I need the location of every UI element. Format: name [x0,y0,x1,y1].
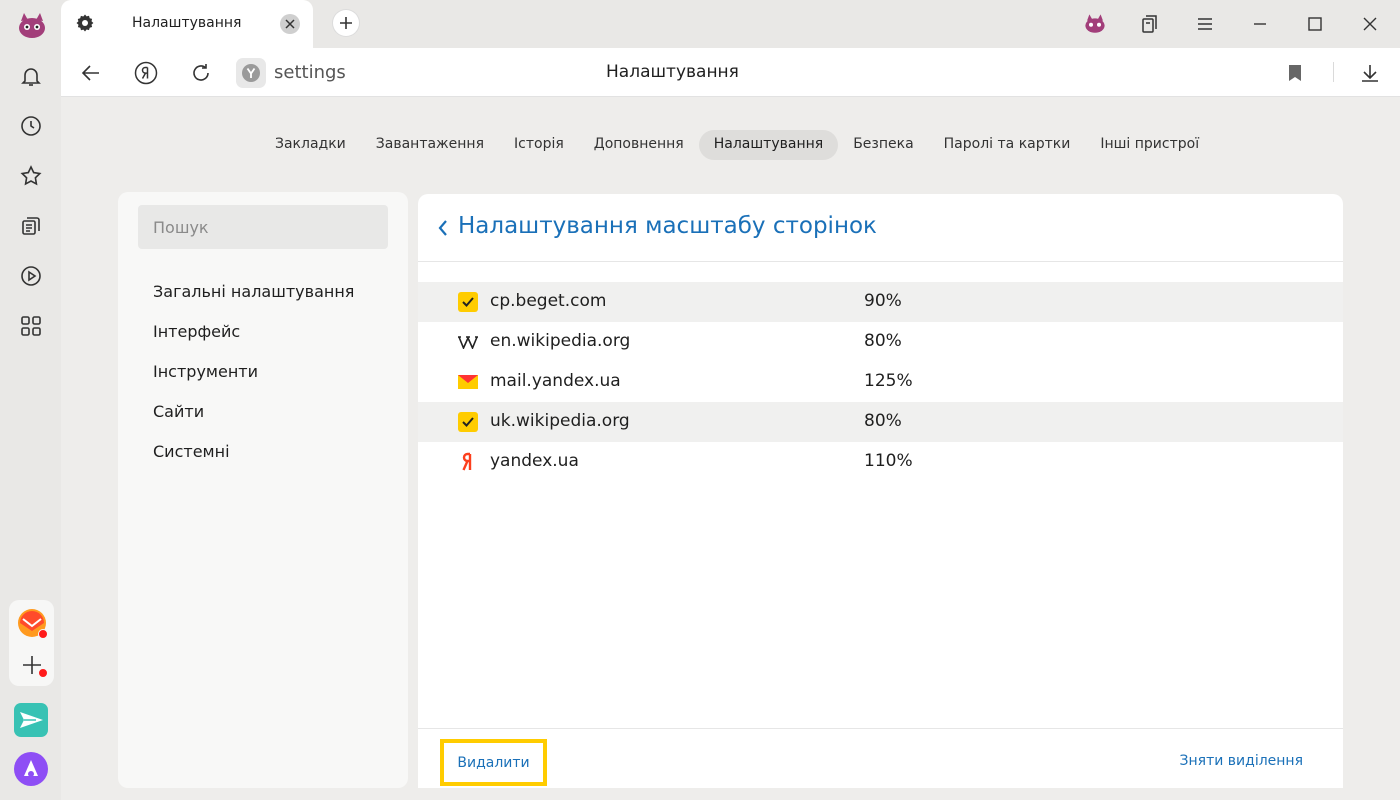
settings-top-nav: Закладки Завантаження Історія Доповнення… [260,130,1214,160]
nav-bookmarks[interactable]: Закладки [260,130,361,160]
settings-sidebar: Загальні налаштування Інтерфейс Інструме… [118,192,408,788]
checkbox-icon[interactable] [458,292,478,312]
tab-strip: Налаштування [61,0,1400,48]
new-tab-plus-icon[interactable] [333,10,359,36]
apps-grid-icon[interactable] [18,313,44,339]
search-input[interactable] [138,205,388,249]
list-item[interactable]: yandex.ua 110% [418,442,1343,482]
panel-header: Налаштування масштабу сторінок [418,194,1343,262]
profile-avatar-icon[interactable] [17,11,47,41]
mail-icon [458,372,478,392]
divider [1333,62,1334,82]
close-tab-icon[interactable] [280,14,300,34]
page-title: Налаштування [606,62,739,82]
site-domain: uk.wikipedia.org [490,411,630,431]
menu-item-tools[interactable]: Інструменти [153,360,354,400]
back-arrow-icon[interactable] [77,59,105,87]
alice-assistant-icon[interactable] [14,752,48,786]
gear-icon [75,13,95,33]
profile-cat-icon[interactable] [1081,10,1109,38]
menu-item-sites[interactable]: Сайти [153,400,354,440]
yandex-browser-badge-icon [236,58,266,88]
delete-button[interactable]: Видалити [440,739,547,786]
list-item[interactable]: uk.wikipedia.org 80% [418,402,1343,442]
site-zoom: 110% [864,451,913,471]
notification-dot [38,629,48,639]
browser-sidebar [0,0,61,800]
site-domain: cp.beget.com [490,291,607,311]
site-zoom: 125% [864,371,913,391]
download-icon[interactable] [1356,59,1384,87]
video-play-icon[interactable] [18,263,44,289]
panel-title: Налаштування масштабу сторінок [458,213,877,239]
nav-other-devices[interactable]: Інші пристрої [1085,130,1214,160]
star-icon[interactable] [18,163,44,189]
messenger-send-icon[interactable] [14,703,48,737]
nav-extensions[interactable]: Доповнення [579,130,699,160]
site-domain: mail.yandex.ua [490,371,621,391]
menu-item-system[interactable]: Системні [153,440,354,480]
notification-dot [38,668,48,678]
menu-item-interface[interactable]: Інтерфейс [153,320,354,360]
settings-menu: Загальні налаштування Інтерфейс Інструме… [153,280,354,480]
tab-settings[interactable]: Налаштування [61,0,313,48]
wikipedia-icon [458,332,478,352]
yandex-icon [458,452,478,472]
bell-icon[interactable] [18,63,44,89]
zoom-site-list: cp.beget.com 90% en.wikipedia.org 80% ma… [418,282,1343,482]
menu-item-general[interactable]: Загальні налаштування [153,280,354,320]
list-item[interactable]: en.wikipedia.org 80% [418,322,1343,362]
yandex-home-icon[interactable] [132,59,160,87]
yandex-mail-app-icon[interactable] [16,607,48,639]
site-zoom: 90% [864,291,902,311]
nav-downloads[interactable]: Завантаження [361,130,499,160]
close-window-icon[interactable] [1356,10,1384,38]
site-domain: yandex.ua [490,451,579,471]
nav-history[interactable]: Історія [499,130,579,160]
nav-security[interactable]: Безпека [838,130,928,160]
back-chevron-icon[interactable] [436,218,450,238]
minimize-icon[interactable] [1246,10,1274,38]
menu-hamburger-icon[interactable] [1191,10,1219,38]
list-item[interactable]: cp.beget.com 90% [418,282,1343,322]
collections-icon[interactable] [18,213,44,239]
bookmark-icon[interactable] [1281,59,1309,87]
tab-title: Налаштування [132,15,242,31]
collections-bookmark-icon[interactable] [1136,10,1164,38]
unselect-button[interactable]: Зняти виділення [1180,753,1303,769]
site-zoom: 80% [864,331,902,351]
zoom-settings-panel: Налаштування масштабу сторінок cp.beget.… [418,194,1343,788]
list-item[interactable]: mail.yandex.ua 125% [418,362,1343,402]
nav-passwords[interactable]: Паролі та картки [929,130,1086,160]
checkbox-icon[interactable] [458,412,478,432]
site-domain: en.wikipedia.org [490,331,631,351]
site-zoom: 80% [864,411,902,431]
add-app-plus-icon[interactable] [16,649,48,680]
maximize-icon[interactable] [1301,10,1329,38]
sidebar-apps-panel [9,600,54,686]
panel-footer: Видалити Зняти виділення [418,728,1343,788]
url-text[interactable]: settings [274,62,346,83]
history-clock-icon[interactable] [18,113,44,139]
address-bar: settings Налаштування [61,48,1400,97]
reload-icon[interactable] [187,59,215,87]
nav-settings[interactable]: Налаштування [698,130,839,160]
